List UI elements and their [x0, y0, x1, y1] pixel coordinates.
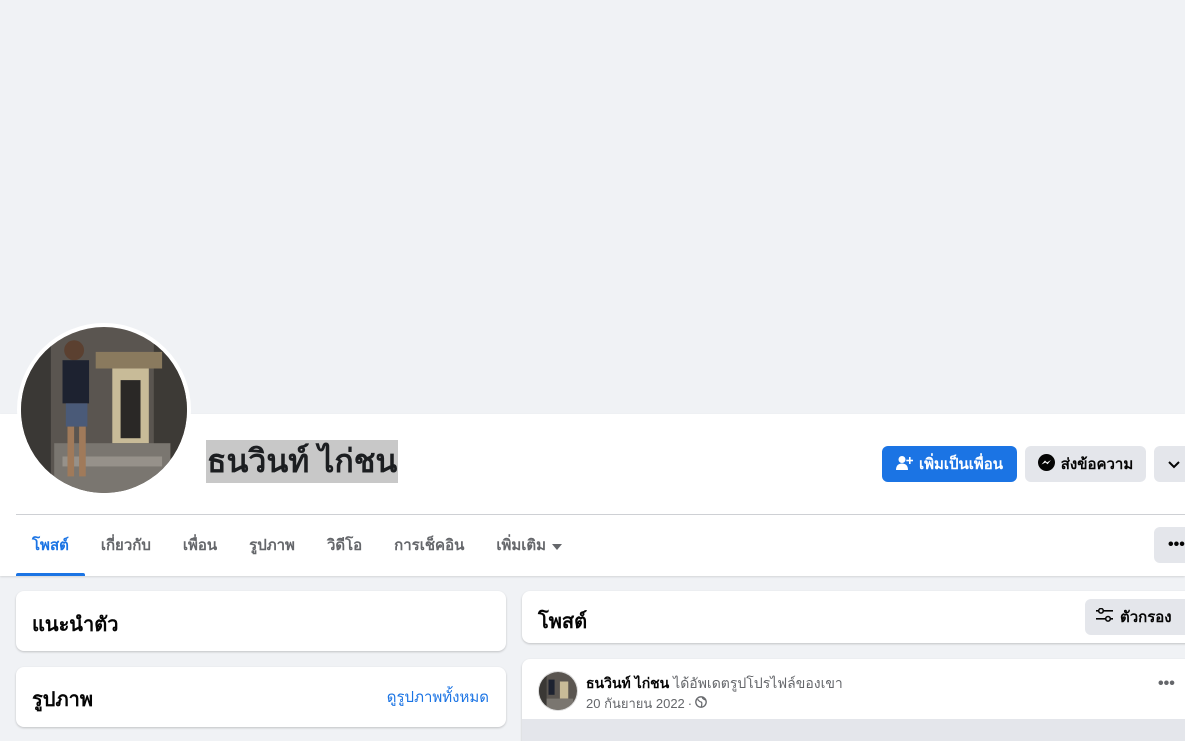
profile-more-button[interactable]	[1154, 446, 1185, 482]
tab-more[interactable]: เพิ่มเติม	[480, 515, 578, 575]
see-all-photos-link[interactable]: ดูรูปภาพทั้งหมด	[387, 685, 489, 709]
more-dots-icon: •••	[1168, 536, 1185, 553]
post-card: ธนวินท์ ไก่ชน ได้อัพเดตรูปโปรไฟล์ของเขา …	[522, 659, 1185, 741]
more-dots-icon: •••	[1158, 675, 1175, 692]
tab-videos[interactable]: วิดีโอ	[311, 515, 378, 575]
profile-photo	[21, 327, 187, 493]
chevron-down-icon	[1168, 457, 1180, 472]
intro-card: แนะนำตัว	[16, 591, 506, 651]
tab-photos[interactable]: รูปภาพ	[233, 515, 311, 575]
tab-label: เกี่ยวกับ	[100, 537, 151, 554]
profile-name: ธนวินท์ ไก่ชน	[206, 440, 399, 483]
add-friend-label: เพิ่มเป็นเพื่อน	[918, 455, 1004, 473]
cover-photo[interactable]	[0, 0, 1185, 414]
tab-label: วิดีโอ	[326, 537, 363, 554]
meta-separator: ·	[687, 696, 693, 711]
filter-label: ตัวกรอง	[1120, 609, 1172, 626]
post-meta: 20 กันยายน 2022 ·	[586, 693, 707, 714]
posts-header-card: โพสต์ ตัวกรอง	[522, 591, 1185, 643]
posts-title: โพสต์	[538, 611, 588, 633]
photos-card: รูปภาพ ดูรูปภาพทั้งหมด	[16, 667, 506, 727]
tab-label: รูปภาพ	[249, 537, 295, 554]
post-author-link[interactable]: ธนวินท์ ไก่ชน	[586, 675, 669, 691]
message-label: ส่งข้อความ	[1060, 455, 1134, 473]
filter-button[interactable]: ตัวกรอง	[1085, 599, 1185, 635]
post-media[interactable]	[522, 719, 1185, 741]
caret-down-icon	[552, 537, 563, 554]
post-author-avatar[interactable]	[538, 671, 578, 711]
tab-label: การเช็คอิน	[394, 537, 465, 554]
add-friend-icon	[895, 455, 914, 474]
post-headline: ธนวินท์ ไก่ชน ได้อัพเดตรูปโปรไฟล์ของเขา	[586, 673, 843, 695]
tabs-more-options-button[interactable]: •••	[1154, 527, 1185, 563]
messenger-icon	[1037, 454, 1055, 474]
photos-title: รูปภาพ	[32, 689, 94, 711]
post-action-text: ได้อัพเดตรูปโปรไฟล์ของเขา	[673, 675, 843, 691]
tab-friends[interactable]: เพื่อน	[167, 515, 233, 575]
tab-label: เพิ่มเติม	[496, 537, 547, 554]
tab-label: เพื่อน	[182, 537, 218, 554]
filter-icon	[1096, 607, 1113, 626]
profile-tabs: โพสต์ เกี่ยวกับ เพื่อน รูปภาพ วิดีโอ การ…	[16, 515, 578, 576]
tab-label: โพสต์	[32, 537, 69, 554]
profile-picture[interactable]	[17, 323, 191, 497]
post-options-button[interactable]: •••	[1158, 675, 1175, 693]
tab-checkins[interactable]: การเช็คอิน	[378, 515, 480, 575]
add-friend-button[interactable]: เพิ่มเป็นเพื่อน	[882, 446, 1017, 482]
tab-about[interactable]: เกี่ยวกับ	[85, 515, 167, 575]
post-date-link[interactable]: 20 กันยายน 2022	[586, 693, 685, 714]
tab-posts[interactable]: โพสต์	[16, 515, 85, 576]
message-button[interactable]: ส่งข้อความ	[1025, 446, 1146, 482]
globe-icon	[695, 696, 707, 711]
intro-title: แนะนำตัว	[32, 614, 119, 636]
